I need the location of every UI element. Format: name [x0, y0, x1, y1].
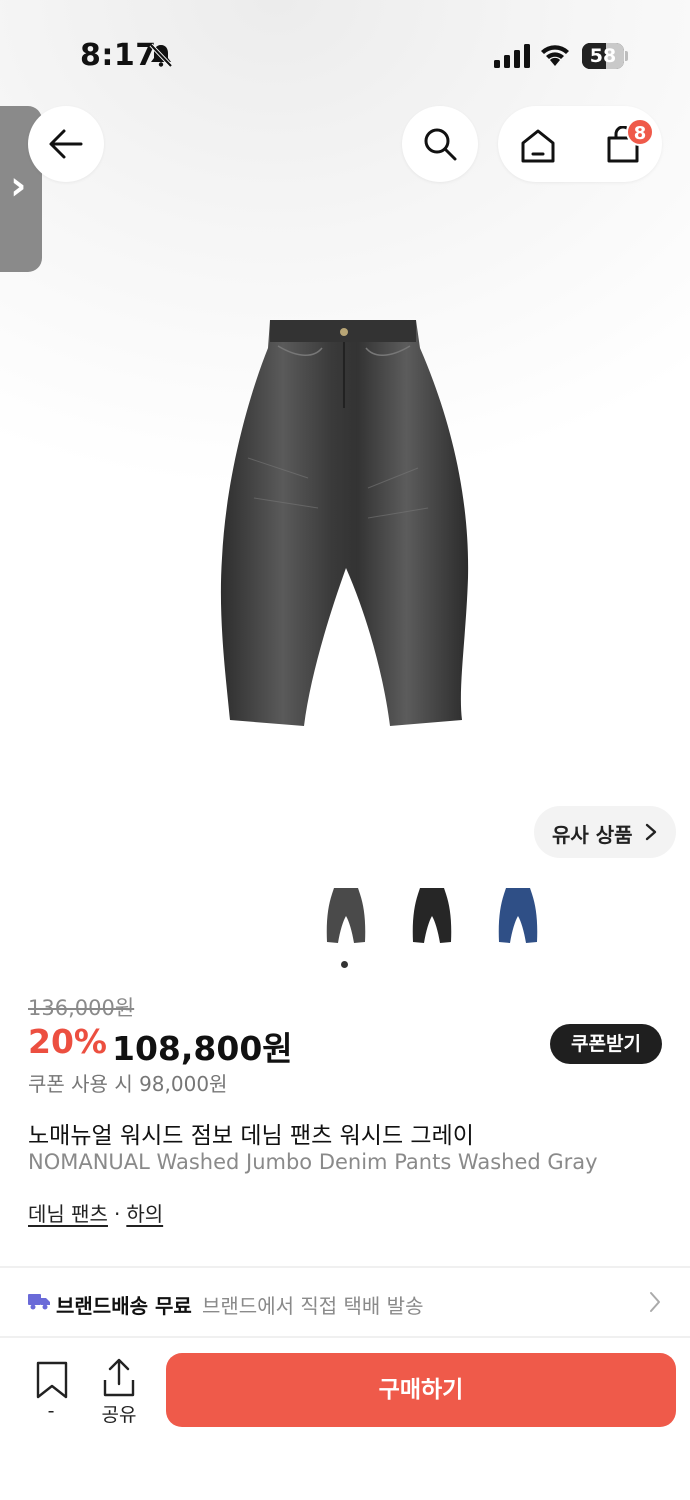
home-cart-group: 8 — [498, 106, 662, 182]
wifi-icon — [541, 45, 569, 66]
coupon-price: 쿠폰 사용 시 98,000원 — [28, 1072, 228, 1096]
similar-products-label: 유사 상품 — [552, 823, 633, 847]
arrow-left-icon — [49, 129, 83, 159]
divider — [0, 1266, 690, 1268]
home-button[interactable] — [506, 114, 572, 174]
shipping-label: 브랜드배송 무료 — [56, 1294, 192, 1318]
sale-price: 108,800원 — [112, 1029, 293, 1068]
discount-rate: 20% — [28, 1022, 107, 1061]
battery-percent: 58 — [589, 45, 617, 67]
chevron-right-icon: › — [10, 163, 27, 209]
share-icon — [103, 1358, 135, 1397]
search-button[interactable] — [402, 106, 478, 182]
chevron-right-icon — [650, 1292, 660, 1312]
bookmark-count: - — [47, 1400, 55, 1422]
shipping-info-row[interactable]: 브랜드배송 무료 브랜드에서 직접 택배 발송 — [0, 1270, 690, 1336]
similar-products-button[interactable]: 유사 상품 — [534, 806, 676, 858]
home-icon — [521, 129, 555, 163]
category-breadcrumb: 데님 팬츠 · 하의 — [28, 1198, 163, 1227]
product-image-jeans[interactable] — [218, 318, 472, 730]
search-icon — [424, 128, 457, 161]
status-time: 8:17 — [80, 38, 157, 73]
carousel-indicator-dot — [341, 961, 348, 968]
back-button[interactable] — [28, 106, 104, 182]
original-price: 136,000원 — [28, 996, 135, 1020]
status-bar: 8:17 58 — [0, 0, 690, 100]
get-coupon-button[interactable]: 쿠폰받기 — [550, 1024, 662, 1064]
variant-thumbnails — [0, 886, 690, 950]
share-label: 공유 — [101, 1404, 137, 1426]
battery-icon: 58 — [582, 43, 628, 69]
bell-muted-icon — [149, 43, 173, 68]
product-title-korean: 노매뉴얼 워시드 점보 데님 팬츠 워시드 그레이 — [28, 1123, 474, 1149]
category-separator: · — [113, 1202, 121, 1226]
buy-button[interactable]: 구매하기 — [166, 1353, 676, 1427]
variant-thumbnail-black[interactable] — [412, 886, 452, 946]
chevron-right-icon — [645, 823, 657, 841]
divider — [0, 1336, 690, 1338]
category-link-denim-pants[interactable]: 데님 팬츠 — [28, 1202, 108, 1226]
variant-thumbnail-blue[interactable] — [498, 886, 538, 946]
variant-thumbnail-gray[interactable] — [326, 886, 366, 946]
bookmark-icon — [36, 1361, 68, 1399]
category-link-bottoms[interactable]: 하의 — [126, 1202, 163, 1226]
cellular-signal-icon — [494, 44, 530, 68]
shipping-detail: 브랜드에서 직접 택배 발송 — [202, 1294, 424, 1318]
truck-icon — [28, 1294, 50, 1310]
cart-count-badge: 8 — [626, 118, 654, 146]
product-title-english: NOMANUAL Washed Jumbo Denim Pants Washed… — [28, 1150, 598, 1174]
